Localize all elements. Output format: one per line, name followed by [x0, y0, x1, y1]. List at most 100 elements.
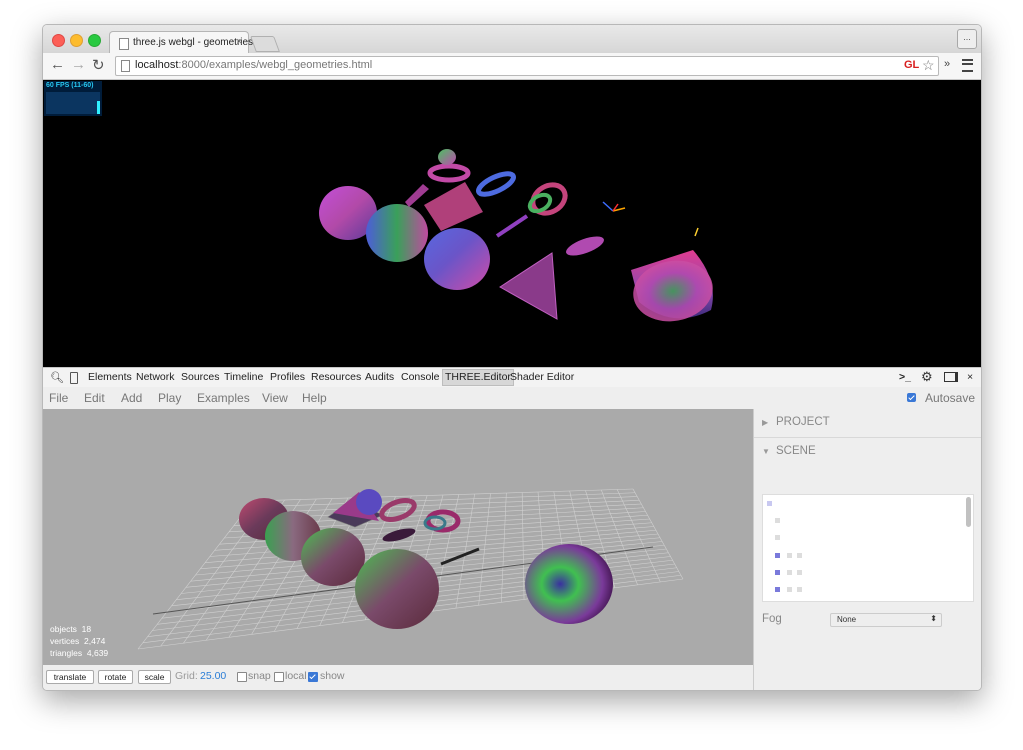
rotate-button[interactable]: rotate [98, 670, 133, 684]
extensions-overflow-icon[interactable]: » [944, 58, 950, 70]
browser-window: three.js webgl - geometries × ... ← → ↻ … [42, 24, 982, 691]
menu-add[interactable]: Add [121, 391, 142, 405]
devtools-tab-timeline[interactable]: Timeline [224, 371, 263, 383]
title-bar: three.js webgl - geometries × ... [43, 25, 981, 55]
minimize-window-button[interactable] [70, 34, 83, 47]
devtools-tab-console[interactable]: Console [401, 371, 440, 383]
outliner-row-marker[interactable] [767, 501, 772, 506]
fog-label: Fog [762, 613, 782, 625]
url-path: :8000/examples/webgl_geometries.html [178, 59, 373, 71]
dock-side-icon[interactable] [944, 372, 958, 382]
devtools-tab-audits[interactable]: Audits [365, 371, 394, 383]
scene-outliner[interactable] [762, 494, 974, 602]
address-bar[interactable]: localhost:8000/examples/webgl_geometries… [115, 56, 939, 76]
scene-section-title: SCENE [776, 445, 816, 457]
outliner-row-marker[interactable] [775, 570, 780, 575]
outliner-scrollbar[interactable] [966, 497, 971, 527]
grid-size-input[interactable]: 25.00 [200, 670, 226, 682]
grid-label: Grid: [175, 670, 198, 682]
reload-icon[interactable]: ↻ [92, 56, 105, 74]
stats-objects-value: 18 [81, 624, 92, 634]
menu-file[interactable]: File [49, 391, 68, 405]
fog-select[interactable]: None ⬍ [830, 613, 942, 627]
outliner-row-marker[interactable] [797, 570, 802, 575]
forward-icon[interactable]: → [71, 56, 86, 73]
url-text[interactable]: localhost:8000/examples/webgl_geometries… [135, 59, 372, 71]
webgl-canvas[interactable]: 60 FPS (11-60) [43, 80, 981, 367]
grid-line [478, 493, 491, 606]
show-grid-checkbox[interactable] [308, 672, 318, 682]
devtools-tab-shader-editor[interactable]: Shader Editor [510, 371, 574, 383]
stats-triangles-value: 4,639 [86, 648, 109, 658]
local-label: local [285, 670, 307, 682]
devtools-tab-three-editor[interactable]: THREE.Editor [442, 369, 514, 386]
back-icon[interactable]: ← [50, 56, 65, 73]
devtools-tabbar: 🔍︎ Elements Network Sources Timeline Pro… [43, 367, 981, 388]
outliner-row-marker[interactable] [797, 553, 802, 558]
devtools-tab-network[interactable]: Network [136, 371, 175, 383]
devtools-close-icon[interactable]: × [967, 371, 973, 383]
device-mode-icon[interactable] [70, 372, 78, 384]
devtools-tab-profiles[interactable]: Profiles [270, 371, 305, 383]
settings-gear-icon[interactable]: ⚙ [921, 369, 933, 385]
devtools-tab-resources[interactable]: Resources [311, 371, 361, 383]
page-icon [119, 38, 129, 50]
stats-triangles-label: triangles [50, 648, 83, 658]
gl-extension-icon[interactable]: GL [904, 59, 919, 71]
stats-vertices-value: 2,474 [84, 636, 106, 646]
inspect-search-icon[interactable]: 🔍︎ [50, 371, 64, 384]
editor-toolbar: translate rotate scale Grid: 25.00 snap … [43, 665, 753, 690]
menu-examples[interactable]: Examples [197, 391, 250, 405]
autosave-checkbox[interactable] [907, 393, 916, 402]
profile-button[interactable]: ... [957, 29, 977, 49]
new-tab-button[interactable] [250, 36, 280, 52]
scene-stats: objects 18 vertices 2,474 triangles 4,63… [50, 623, 108, 659]
tab-close-icon[interactable]: × [236, 36, 242, 48]
geometries-scene [319, 149, 713, 322]
outliner-row-marker[interactable] [787, 570, 792, 575]
autosave-label: Autosave [925, 391, 976, 405]
close-window-button[interactable] [52, 34, 65, 47]
bookmark-star-icon[interactable]: ☆ [922, 57, 935, 74]
menu-help[interactable]: Help [302, 391, 327, 405]
url-host: localhost [135, 59, 179, 71]
browser-tab[interactable]: three.js webgl - geometries × [109, 31, 253, 55]
scene-section-header[interactable]: ▼ SCENE [754, 438, 981, 466]
translate-button[interactable]: translate [46, 670, 94, 684]
menu-view[interactable]: View [262, 391, 288, 405]
stats-objects-label: objects [50, 624, 77, 634]
scale-button[interactable]: scale [138, 670, 171, 684]
outliner-row-marker[interactable] [787, 587, 792, 592]
devtools-tab-elements[interactable]: Elements [88, 371, 132, 383]
maximize-window-button[interactable] [88, 34, 101, 47]
editor-scene [137, 488, 684, 650]
hamburger-menu-icon[interactable] [962, 59, 973, 72]
outliner-row-marker[interactable] [787, 553, 792, 558]
devtools-tab-sources[interactable]: Sources [181, 371, 220, 383]
outliner-row-marker[interactable] [797, 587, 802, 592]
editor-viewport[interactable]: objects 18 vertices 2,474 triangles 4,63… [43, 409, 753, 665]
editor-menubar: File Edit Add Play Examples View Help Au… [43, 387, 981, 409]
console-drawer-icon[interactable]: >_ [899, 371, 911, 383]
local-checkbox[interactable] [274, 672, 284, 682]
menu-edit[interactable]: Edit [84, 391, 105, 405]
outliner-row-marker[interactable] [775, 535, 780, 540]
show-label: show [320, 670, 345, 682]
fog-select-value: None [837, 615, 857, 624]
stats-vertices-label: vertices [50, 636, 80, 646]
editor-sidebar: ▶ PROJECT ▼ SCENE Fog None ⬍ [753, 409, 981, 690]
menu-play[interactable]: Play [158, 391, 181, 405]
snap-label: snap [248, 670, 271, 682]
browser-toolbar: ← → ↻ localhost:8000/examples/webgl_geom… [43, 53, 981, 80]
project-section-title: PROJECT [776, 416, 830, 428]
chevron-down-icon: ▼ [762, 447, 770, 456]
outliner-row-marker[interactable] [775, 518, 780, 523]
select-arrows-icon: ⬍ [930, 614, 937, 623]
project-section-header[interactable]: ▶ PROJECT [754, 409, 981, 438]
grid-line [632, 488, 684, 580]
outliner-row-marker[interactable] [775, 553, 780, 558]
snap-checkbox[interactable] [237, 672, 247, 682]
chevron-right-icon: ▶ [762, 418, 769, 427]
page-icon [121, 60, 130, 72]
outliner-row-marker[interactable] [775, 587, 780, 592]
